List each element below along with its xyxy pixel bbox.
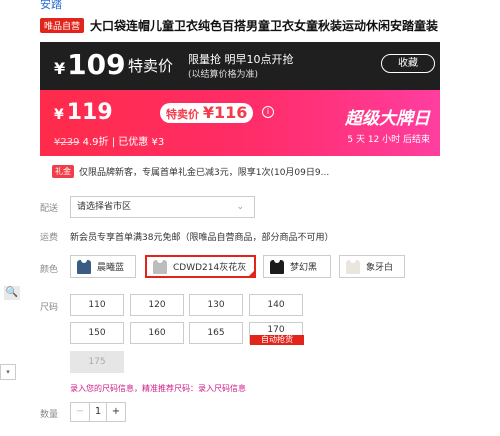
color-option-0[interactable]: 晨曦蓝 bbox=[70, 255, 136, 278]
color-option-3[interactable]: 象牙白 bbox=[339, 255, 405, 278]
brand-link[interactable]: 安踏 bbox=[40, 0, 62, 12]
size-label: 尺码 bbox=[40, 303, 59, 313]
shirt-icon bbox=[346, 259, 360, 274]
countdown-text: 5 天 12 小时 后结束 bbox=[347, 135, 430, 145]
color-label: 颜色 bbox=[40, 265, 59, 275]
size-option-130[interactable]: 130 bbox=[189, 294, 243, 316]
quantity-label: 数量 bbox=[40, 410, 59, 420]
flash-sale-banner: ¥109 特卖价 限量抢 明早10点开抢 (以结算价格为准) 收藏 bbox=[40, 42, 440, 90]
plus-button[interactable]: + bbox=[107, 403, 125, 421]
info-icon[interactable]: i bbox=[262, 106, 274, 118]
title-row: 唯品自营 大口袋连帽儿童卫衣纯色百搭男童卫衣女童秋装运动休闲安踏童装 bbox=[40, 16, 495, 34]
size-option-170[interactable]: 170 自动抢货 bbox=[249, 322, 304, 345]
zoom-icon[interactable]: 🔍 bbox=[4, 286, 20, 300]
chevron-down-icon: ⌄ bbox=[236, 202, 244, 212]
flash-price: ¥109 bbox=[54, 48, 126, 81]
size-option-120[interactable]: 120 bbox=[130, 294, 184, 316]
gift-tag: 礼金 bbox=[52, 165, 74, 178]
original-price: ¥239 bbox=[54, 137, 80, 148]
shirt-icon bbox=[270, 259, 284, 274]
color-option-1[interactable]: CDWD214灰花灰 bbox=[145, 255, 256, 278]
auto-grab-tag: 自动抢货 bbox=[250, 335, 304, 345]
coupon-notice: 礼金 仅限品牌新客，专属首单礼金已减3元，限享1次(10月09日9... bbox=[52, 165, 329, 178]
special-price-badge: 特卖价 ¥116 bbox=[160, 103, 254, 123]
product-title: 大口袋连帽儿童卫衣纯色百搭男童卫衣女童秋装运动休闲安踏童装 bbox=[90, 18, 439, 33]
quantity-value[interactable]: 1 bbox=[89, 403, 107, 421]
notice-text: 仅限品牌新客，专属首单礼金已减3元，限享1次(10月09日9... bbox=[79, 168, 330, 178]
self-operated-badge: 唯品自营 bbox=[40, 17, 85, 33]
super-brand-day-text: 超级大牌日 bbox=[345, 109, 430, 129]
quantity-stepper[interactable]: − 1 + bbox=[70, 402, 126, 422]
size-option-175: 175 bbox=[70, 351, 124, 373]
main-price-banner: ¥119 特卖价 ¥116 i ¥239 4.9折 | 已优惠 ¥3 超级大牌日… bbox=[40, 90, 440, 156]
price-details: ¥239 4.9折 | 已优惠 ¥3 bbox=[54, 137, 165, 148]
discount-text: 4.9折 bbox=[82, 137, 109, 148]
flash-info-line2: (以结算价格为准) bbox=[188, 70, 259, 80]
region-placeholder: 请选择省市区 bbox=[77, 202, 132, 212]
size-option-160[interactable]: 160 bbox=[130, 322, 184, 344]
selected-check-icon bbox=[247, 269, 256, 278]
saving-text: 已优惠 ¥3 bbox=[118, 137, 165, 148]
flash-info-line1: 限量抢 明早10点开抢 bbox=[188, 53, 294, 66]
region-select[interactable]: 请选择省市区 ⌄ bbox=[70, 196, 255, 218]
shipping-label: 运费 bbox=[40, 233, 59, 243]
shirt-icon bbox=[153, 259, 167, 274]
delivery-label: 配送 bbox=[40, 204, 59, 214]
shirt-icon bbox=[77, 259, 91, 274]
size-option-150[interactable]: 150 bbox=[70, 322, 124, 344]
current-price: ¥119 bbox=[54, 100, 113, 125]
size-option-165[interactable]: 165 bbox=[189, 322, 243, 344]
size-option-140[interactable]: 140 bbox=[249, 294, 303, 316]
shipping-text: 新会员专享首单满38元免邮（限唯品自营商品，部分商品不可用） bbox=[70, 233, 334, 243]
color-option-2[interactable]: 梦幻黑 bbox=[263, 255, 331, 278]
flash-price-tag: 特卖价 bbox=[128, 57, 174, 75]
favorite-button[interactable]: 收藏 bbox=[381, 54, 435, 73]
minus-button[interactable]: − bbox=[71, 403, 89, 421]
side-dropdown-icon[interactable]: ▾ bbox=[0, 364, 16, 380]
size-info-link[interactable]: 录入您的尺码信息，精准推荐尺码：录入尺码信息 bbox=[70, 383, 246, 394]
size-option-110[interactable]: 110 bbox=[70, 294, 124, 316]
